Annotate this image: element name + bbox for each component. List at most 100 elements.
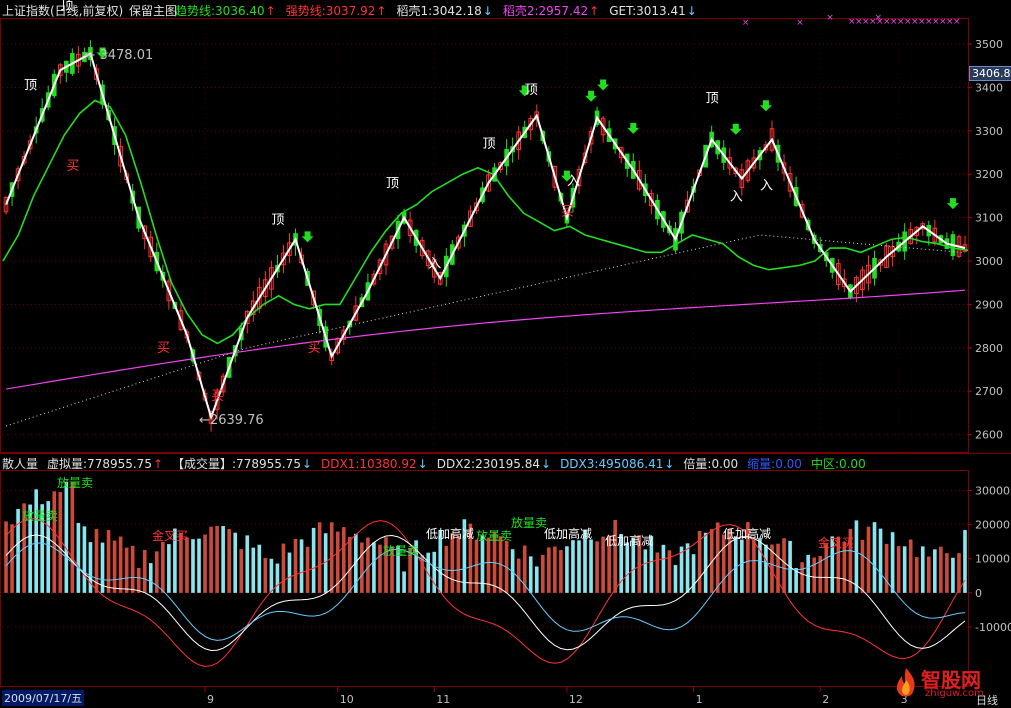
volume-bar bbox=[854, 520, 859, 593]
volume-bar bbox=[402, 571, 406, 593]
price-tick-label: 2700 bbox=[975, 385, 1003, 398]
volume-bar bbox=[136, 567, 141, 593]
volume-bar bbox=[142, 549, 147, 593]
volume-bar bbox=[76, 522, 81, 593]
price-tick-label: 2900 bbox=[975, 298, 1003, 311]
zigzag-line bbox=[5, 52, 966, 421]
down-arrow-icon bbox=[301, 231, 314, 243]
volume-bar bbox=[782, 538, 786, 593]
volume-tick-label: 10000 bbox=[975, 553, 1010, 566]
volume-bar bbox=[118, 536, 123, 593]
volume-bar bbox=[185, 537, 189, 593]
volume-bar bbox=[571, 540, 575, 593]
volume-bar bbox=[655, 552, 660, 593]
arrow-down-icon: ↓ bbox=[664, 457, 675, 471]
price-annotation: ←2639.76 bbox=[199, 413, 264, 428]
arrow-down-icon: ↓ bbox=[417, 457, 428, 471]
volume-bar bbox=[257, 544, 262, 593]
volume-annotation: 低加高减 bbox=[723, 526, 771, 541]
marker-x-icon: × bbox=[826, 13, 834, 23]
date-tick-label: 2 bbox=[822, 693, 829, 706]
price-annotation: 买 bbox=[66, 159, 79, 174]
price-annotation: 买 bbox=[157, 341, 170, 356]
price-tick-label: 3500 bbox=[975, 38, 1003, 51]
ma-long-line bbox=[5, 289, 966, 390]
volume-bar bbox=[221, 526, 225, 593]
chart-title: 上证指数(日线,前复权) bbox=[2, 4, 124, 18]
ma-dotted-line bbox=[5, 234, 966, 427]
indicator-value: DDX2:230195.84 bbox=[436, 457, 540, 471]
indicator-values-bottom: 散人量 虚拟量:778955.75↑ 【成交量】:778955.75↓ DDX1:10… bbox=[2, 456, 875, 472]
volume-bar bbox=[239, 549, 244, 593]
volume-bar bbox=[673, 565, 678, 593]
volume-bar bbox=[643, 549, 648, 593]
volume-bar bbox=[275, 563, 280, 593]
volume-annotation: 低加高减 bbox=[605, 533, 653, 548]
volume-tick-label: 30000 bbox=[975, 484, 1010, 497]
down-arrow-icon bbox=[759, 100, 772, 112]
volume-bar bbox=[860, 539, 865, 593]
brand-flame-icon bbox=[893, 666, 919, 700]
volume-bar bbox=[553, 546, 557, 593]
price-annotation: ← 3478.01 bbox=[84, 48, 153, 63]
volume-tick-label: 20000 bbox=[975, 519, 1010, 532]
indicator-value: 【成交量】:778955.75 bbox=[172, 457, 301, 471]
volume-bar bbox=[299, 539, 304, 593]
price-annotation: 买 bbox=[561, 204, 574, 219]
volume-annotation: 低加高减 bbox=[544, 526, 592, 541]
arrow-down-icon: ↓ bbox=[686, 4, 697, 18]
down-arrow-icon bbox=[729, 123, 742, 135]
volume-bar bbox=[281, 543, 286, 593]
date-tick-label: 9 bbox=[207, 693, 214, 706]
volume-bar bbox=[884, 543, 889, 593]
brand-watermark: 智股网 zhiguw.com bbox=[893, 664, 1003, 704]
arrow-up-icon: ↑ bbox=[376, 4, 387, 18]
volume-bar bbox=[311, 527, 316, 593]
price-annotation: 顶 bbox=[386, 176, 399, 191]
volume-bar bbox=[432, 551, 437, 593]
volume-bar bbox=[456, 535, 461, 593]
volume-bar bbox=[341, 527, 346, 593]
price-annotation: 顶 bbox=[24, 79, 37, 94]
volume-bar bbox=[112, 540, 117, 593]
indicator-value: 稻壳1:3042.18 bbox=[396, 4, 482, 18]
volume-bar bbox=[733, 536, 738, 593]
volume-bar bbox=[360, 542, 364, 593]
volume-bar bbox=[920, 546, 925, 593]
volume-tick-label: 0 bbox=[975, 587, 982, 600]
volume-bar bbox=[82, 526, 87, 593]
volume-bar bbox=[939, 546, 943, 593]
arrow-up-icon: ↑ bbox=[265, 4, 276, 18]
indicator-value: 稻壳2:2957.42 bbox=[502, 4, 589, 18]
volume-bar bbox=[130, 545, 135, 593]
price-annotation: 顶 bbox=[706, 92, 719, 107]
volume-bar bbox=[64, 481, 69, 593]
volume-bar bbox=[372, 542, 376, 593]
volume-bar bbox=[776, 543, 780, 593]
volume-bar bbox=[347, 536, 352, 593]
volume-bar bbox=[565, 546, 569, 593]
date-tick-label: 10 bbox=[340, 693, 354, 706]
volume-bar bbox=[148, 563, 153, 593]
down-arrow-icon bbox=[627, 122, 640, 134]
volume-bar bbox=[378, 544, 382, 593]
date-tick-label: 11 bbox=[436, 693, 450, 706]
down-arrow-icon bbox=[585, 90, 598, 102]
indicator-value: 缩量:0.00 bbox=[747, 457, 802, 471]
chart-canvas: 2600 2700 2800 2900 3000 3100 3200 3300 3400 3500… bbox=[0, 0, 1011, 706]
price-tick-label: 3300 bbox=[975, 125, 1003, 138]
volume-annotation: 放量卖 bbox=[22, 508, 58, 523]
volume-bar bbox=[528, 556, 533, 593]
volume-bar bbox=[474, 539, 479, 593]
volume-bar bbox=[124, 547, 129, 593]
volume-bar bbox=[945, 553, 949, 593]
volume-bar bbox=[251, 547, 256, 593]
volume-bar bbox=[516, 558, 521, 593]
date-tick-label: 12 bbox=[569, 693, 583, 706]
volume-bar bbox=[951, 557, 955, 593]
volume-bar bbox=[191, 539, 195, 593]
volume-bar bbox=[872, 522, 877, 593]
price-tick-label: 3400 bbox=[975, 81, 1003, 94]
indicator-value: 散人量 bbox=[2, 457, 39, 471]
volume-annotation: 放量卖 bbox=[476, 528, 512, 543]
